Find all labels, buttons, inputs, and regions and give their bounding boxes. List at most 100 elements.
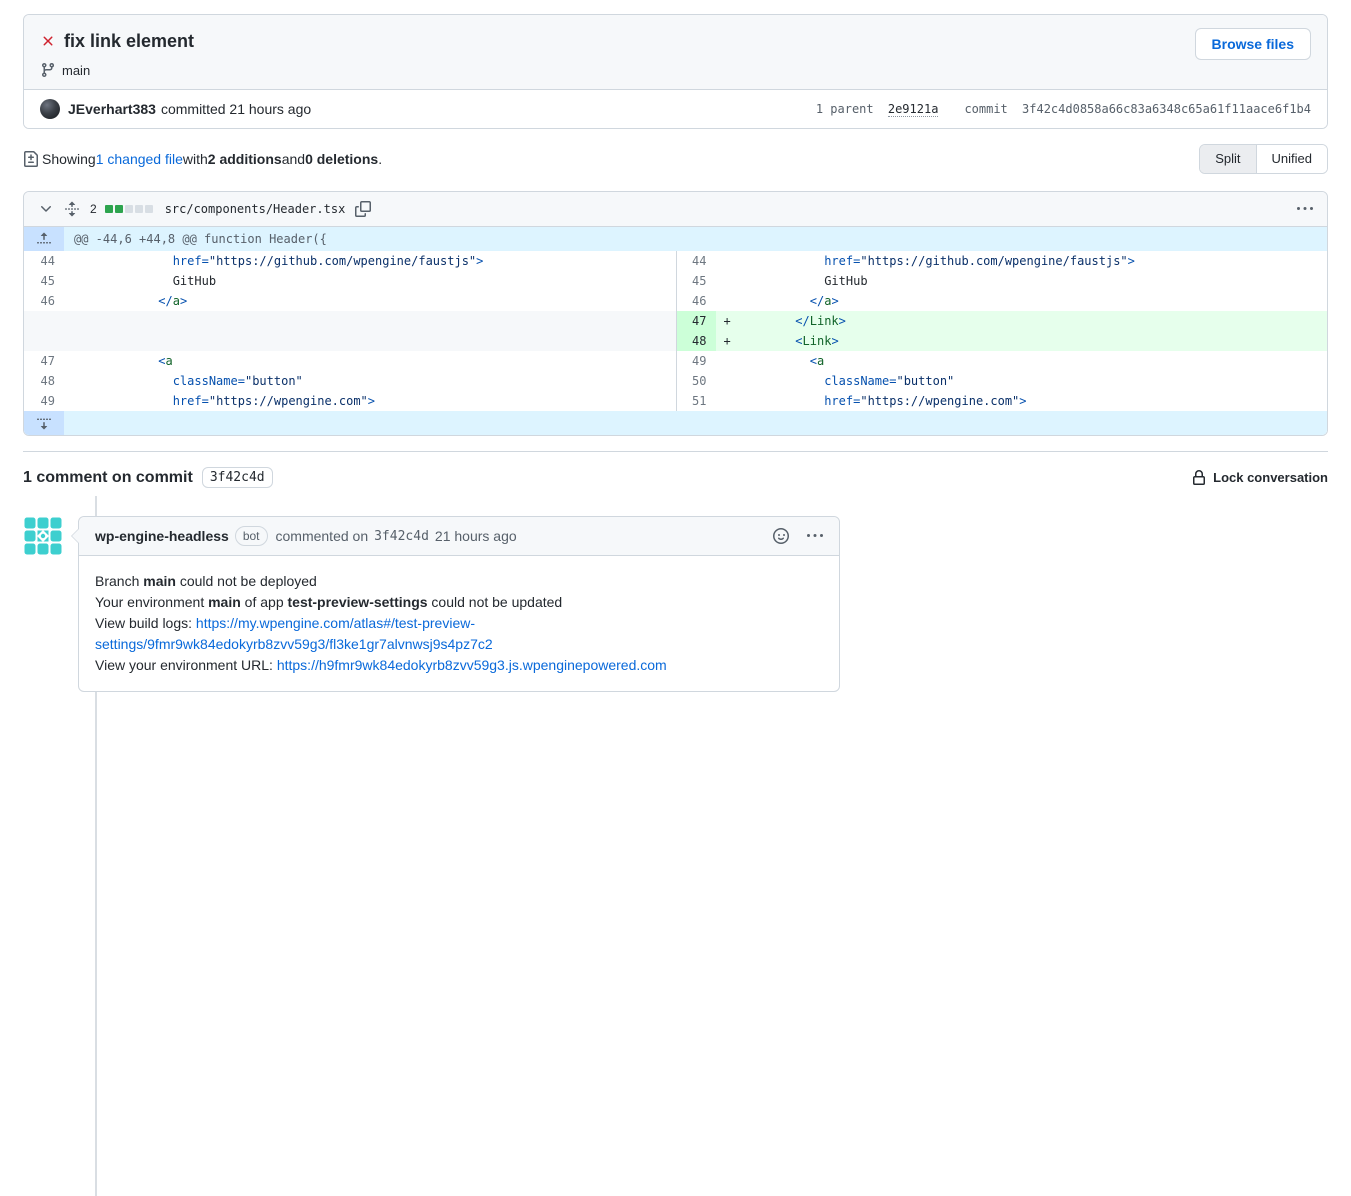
code-line-right: className="button"	[716, 371, 1328, 391]
line-number-right[interactable]: 50	[676, 371, 716, 391]
line-number-left[interactable]: 49	[24, 391, 64, 411]
file-diff-icon	[23, 151, 39, 167]
comment-bold-text: main	[208, 594, 241, 610]
line-number-right[interactable]: 44	[676, 251, 716, 271]
comment-sha[interactable]: 3f42c4d	[374, 529, 429, 544]
diff-code-row: 48+ <Link>	[24, 331, 1327, 351]
copy-path-icon[interactable]	[353, 199, 373, 219]
unfold-all-icon[interactable]	[64, 201, 80, 217]
status-failed-x-icon[interactable]	[40, 33, 56, 49]
code-line-right: href="https://wpengine.com">	[716, 391, 1328, 411]
bot-avatar[interactable]	[23, 516, 63, 556]
code-line-left: className="button"	[64, 371, 676, 391]
diffstat-neutral-square	[135, 205, 143, 213]
line-number-left[interactable]: 46	[24, 291, 64, 311]
branch-name[interactable]: main	[62, 63, 90, 78]
changed-file-link[interactable]: 1 changed file	[96, 151, 183, 167]
line-number-left[interactable]: 44	[24, 251, 64, 271]
diff-code-row: 48 className="button"50 className="butto…	[24, 371, 1327, 391]
line-number-right[interactable]: 46	[676, 291, 716, 311]
code-line-left	[64, 311, 676, 331]
diff-code-row: 45 GitHub45 GitHub	[24, 271, 1327, 291]
lock-label: Lock conversation	[1213, 470, 1328, 485]
author-name[interactable]: JEverhart383	[68, 101, 156, 117]
commit-header-box: fix link element main Browse files JEver…	[23, 14, 1328, 129]
hunk-header-text: @@ -44,6 +44,8 @@ function Header({	[64, 227, 327, 251]
comments-heading: 1 comment on commit 3f42c4d	[23, 467, 273, 488]
comment-bold-text: main	[143, 573, 176, 589]
parent-label: 1 parent	[816, 102, 881, 116]
diffstat-neutral-square	[125, 205, 133, 213]
line-number-right[interactable]: 48	[676, 331, 716, 351]
comment-body-text: Branch main could not be deployedYour en…	[79, 556, 839, 691]
line-number-right[interactable]: 49	[676, 351, 716, 371]
period-text: .	[378, 151, 382, 167]
collapse-file-chevron-icon[interactable]	[36, 199, 56, 219]
commit-title-row: fix link element	[40, 30, 1311, 52]
hunk-header-text	[64, 411, 74, 435]
and-text: and	[282, 151, 305, 167]
parent-group: 1 parent 2e9121a	[816, 102, 939, 116]
comment-text: of app	[241, 594, 288, 610]
comment-link[interactable]: https://h9fmr9wk84edokyrb8zvv59g3.js.wpe…	[277, 657, 667, 673]
commit-group: commit 3f42c4d0858a66c83a6348c65a61f11aa…	[964, 102, 1311, 116]
comment-bubble: wp-engine-headless bot commented on 3f42…	[78, 516, 840, 692]
file-options-kebab-icon[interactable]	[1295, 199, 1315, 219]
browse-files-button[interactable]: Browse files	[1195, 28, 1311, 60]
line-number-left[interactable]: 45	[24, 271, 64, 291]
deletions-count: 0 deletions	[305, 151, 378, 167]
line-number-right[interactable]: 47	[676, 311, 716, 331]
expand-up-icon[interactable]	[24, 227, 64, 251]
comment-text: View build logs:	[95, 615, 196, 631]
code-line-right: GitHub	[716, 271, 1328, 291]
comment-author[interactable]: wp-engine-headless	[95, 528, 229, 544]
diffstat-squares	[105, 205, 153, 213]
split-view-button[interactable]: Split	[1200, 145, 1255, 173]
expand-down-row	[24, 411, 1327, 435]
comment-bold-text: test-preview-settings	[288, 594, 428, 610]
code-line-right: </a>	[716, 291, 1328, 311]
unified-view-button[interactable]: Unified	[1256, 145, 1327, 173]
git-branch-icon	[40, 62, 56, 78]
file-header: 2 src/components/Header.tsx	[24, 192, 1327, 227]
line-number-left[interactable]: 47	[24, 351, 64, 371]
line-number-left[interactable]: 48	[24, 371, 64, 391]
showing-text: Showing	[42, 151, 96, 167]
comment-timestamp[interactable]: 21 hours ago	[435, 528, 517, 544]
commit-header-top: fix link element main Browse files	[24, 15, 1327, 90]
line-number-right[interactable]: 51	[676, 391, 716, 411]
comment-text: View your environment URL:	[95, 657, 277, 673]
comment-options-kebab-icon[interactable]	[807, 528, 823, 544]
code-line-left: href="https://github.com/wpengine/faustj…	[64, 251, 676, 271]
code-line-right: <a	[716, 351, 1328, 371]
diff-toolbar: Showing 1 changed file with 2 additions …	[23, 144, 1328, 174]
lock-conversation-button[interactable]: Lock conversation	[1191, 470, 1328, 486]
bot-badge: bot	[235, 526, 268, 546]
emoji-reaction-icon[interactable]	[773, 528, 789, 544]
code-line-right: + </Link>	[716, 311, 1328, 331]
code-line-right: href="https://github.com/wpengine/faustj…	[716, 251, 1328, 271]
additions-count: 2 additions	[208, 151, 282, 167]
file-changes-count: 2	[90, 202, 97, 216]
hunk-header-row: @@ -44,6 +44,8 @@ function Header({	[24, 227, 1327, 251]
file-diff-box: 2 src/components/Header.tsx @@ -44,6 +44…	[23, 191, 1328, 436]
committed-time-text: committed 21 hours ago	[161, 101, 311, 117]
comment-actions	[773, 528, 823, 544]
diff-code-row: 47 <a49 <a	[24, 351, 1327, 371]
diff-body: @@ -44,6 +44,8 @@ function Header({44 hr…	[24, 227, 1327, 435]
commit-sha: 3f42c4d0858a66c83a6348c65a61f11aace6f1b4	[1022, 102, 1311, 116]
code-line-left: </a>	[64, 291, 676, 311]
file-path[interactable]: src/components/Header.tsx	[165, 202, 346, 216]
commit-sha-group: 1 parent 2e9121a commit 3f42c4d0858a66c8…	[816, 102, 1311, 116]
line-number-right[interactable]: 45	[676, 271, 716, 291]
code-line-left: GitHub	[64, 271, 676, 291]
commit-title: fix link element	[64, 30, 194, 52]
diff-view-toggle: Split Unified	[1199, 144, 1328, 174]
parent-sha-link[interactable]: 2e9121a	[888, 102, 939, 117]
author-avatar[interactable]	[40, 99, 60, 119]
comment-action-text: commented on	[276, 528, 369, 544]
commit-sha-chip[interactable]: 3f42c4d	[202, 467, 273, 488]
comment-text: could not be deployed	[176, 573, 317, 589]
expand-down-icon[interactable]	[24, 411, 64, 435]
comment-text: Branch	[95, 573, 143, 589]
